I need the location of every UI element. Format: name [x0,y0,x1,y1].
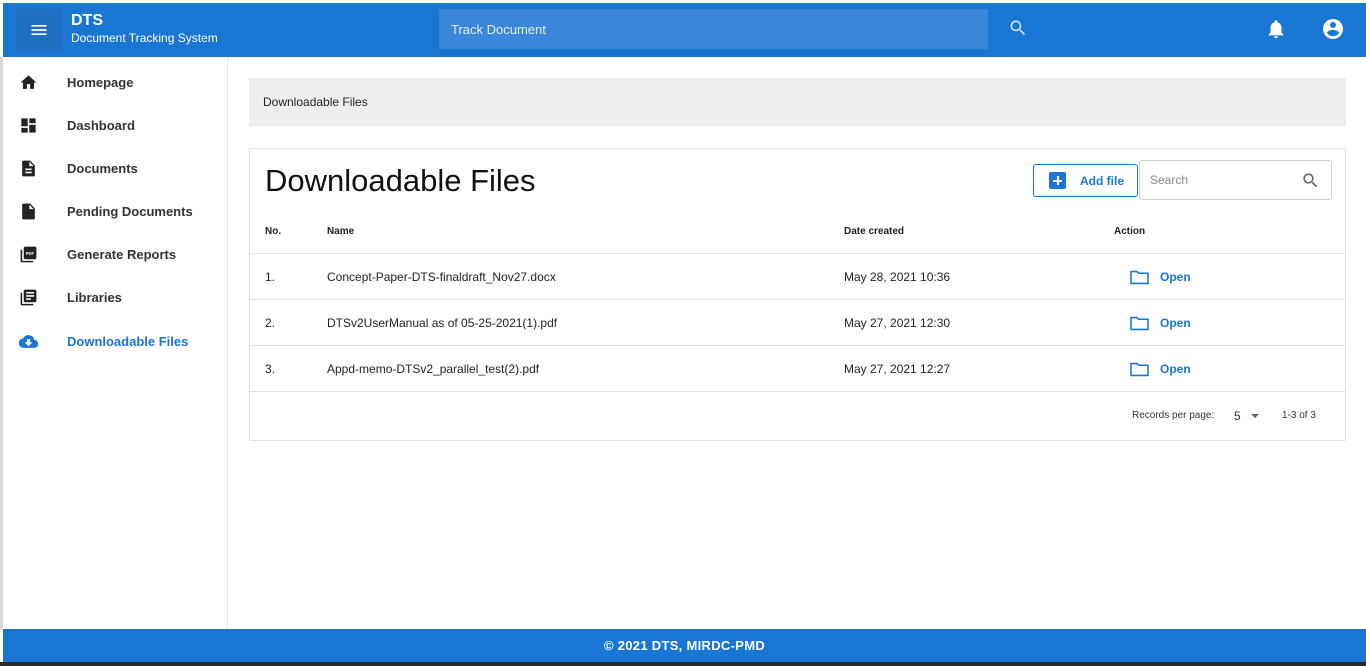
breadcrumb: Downloadable Files [249,78,1346,126]
folder-icon [1130,316,1149,330]
track-document-input[interactable] [439,9,988,49]
column-header-date-created[interactable]: Date created [844,226,904,237]
row-number: 1. [265,270,276,284]
search-field[interactable] [1139,160,1332,200]
column-header-name[interactable]: Name [327,226,354,237]
search-icon[interactable] [1301,171,1320,190]
sidebar-item-label: Generate Reports [67,246,177,262]
home-icon [18,72,38,92]
caret-down-icon [1250,414,1259,418]
brand: DTS Document Tracking System [71,12,218,46]
date-created: May 27, 2021 12:27 [844,362,951,376]
sidebar: Homepage Dashboard Documents Pending Doc… [3,57,228,629]
pagination: Records per page: 5 1-3 of 3 [250,391,1345,441]
sidebar-item-downloadable-files[interactable]: Downloadable Files [3,321,227,361]
add-file-label: Add file [1080,174,1124,188]
sidebar-item-label: Downloadable Files [67,333,189,349]
sidebar-item-label: Pending Documents [67,203,193,219]
records-per-page-select[interactable]: 5 [1234,407,1268,425]
account-icon[interactable] [1321,17,1345,41]
sidebar-item-label: Dashboard [67,117,135,133]
page-range: 1-3 of 3 [1282,410,1316,421]
file-icon [18,201,38,221]
sidebar-item-documents[interactable]: Documents [3,148,227,188]
svg-text:PDF: PDF [25,250,34,255]
records-per-page-label: Records per page: [1132,410,1215,421]
menu-button[interactable] [16,9,62,51]
sidebar-item-homepage[interactable]: Homepage [3,62,227,102]
sidebar-item-label: Documents [67,160,138,176]
plus-box-icon [1049,172,1066,189]
open-file-button[interactable]: Open [1129,360,1191,378]
folder-icon [1130,270,1149,284]
table-row: 3. Appd-memo-DTSv2_parallel_test(2).pdf … [250,345,1345,391]
footer-text: © 2021 DTS, MIRDC-PMD [603,638,766,653]
open-label: Open [1160,362,1191,376]
sidebar-item-dashboard[interactable]: Dashboard [3,105,227,145]
sidebar-item-pending-documents[interactable]: Pending Documents [3,191,227,231]
bottom-edge [0,662,1366,666]
breadcrumb-current: Downloadable Files [263,95,368,109]
pdf-icon: PDF [18,244,38,264]
dashboard-icon [18,115,38,135]
table-row: 2. DTSv2UserManual as of 05-25-2021(1).p… [250,299,1345,345]
page-title: Downloadable Files [265,163,536,198]
app-subtitle: Document Tracking System [71,31,218,45]
row-number: 2. [265,316,276,330]
hamburger-icon [31,25,47,35]
search-input[interactable] [1150,171,1290,189]
library-icon [18,287,38,307]
sidebar-item-label: Homepage [67,74,134,90]
records-per-page-value: 5 [1234,409,1241,423]
open-file-button[interactable]: Open [1129,268,1191,286]
folder-icon [1130,362,1149,376]
app-bar: DTS Document Tracking System [3,3,1366,57]
sidebar-item-label: Libraries [67,289,122,305]
date-created: May 27, 2021 12:30 [844,316,951,330]
table-row: 1. Concept-Paper-DTS-finaldraft_Nov27.do… [250,253,1345,299]
open-label: Open [1160,270,1191,284]
open-file-button[interactable]: Open [1129,314,1191,332]
document-icon [18,158,38,178]
row-number: 3. [265,362,276,376]
date-created: May 28, 2021 10:36 [844,270,951,284]
cloud-download-icon [18,331,38,351]
sidebar-item-generate-reports[interactable]: PDF Generate Reports [3,234,227,274]
app-title: DTS [71,12,103,29]
file-name: DTSv2UserManual as of 05-25-2021(1).pdf [327,316,558,330]
column-header-action: Action [1114,226,1146,237]
sidebar-item-libraries[interactable]: Libraries [3,277,227,317]
search-icon[interactable] [1008,18,1028,38]
add-file-button[interactable]: Add file [1033,164,1138,197]
downloadable-files-card: Downloadable Files Add file No. Name Dat… [249,148,1346,441]
file-name: Concept-Paper-DTS-finaldraft_Nov27.docx [327,270,556,284]
footer: © 2021 DTS, MIRDC-PMD [3,629,1366,662]
notification-bell-icon[interactable] [1265,18,1287,40]
column-header-no: No. [265,226,282,237]
file-name: Appd-memo-DTSv2_parallel_test(2).pdf [327,362,540,376]
open-label: Open [1160,316,1191,330]
